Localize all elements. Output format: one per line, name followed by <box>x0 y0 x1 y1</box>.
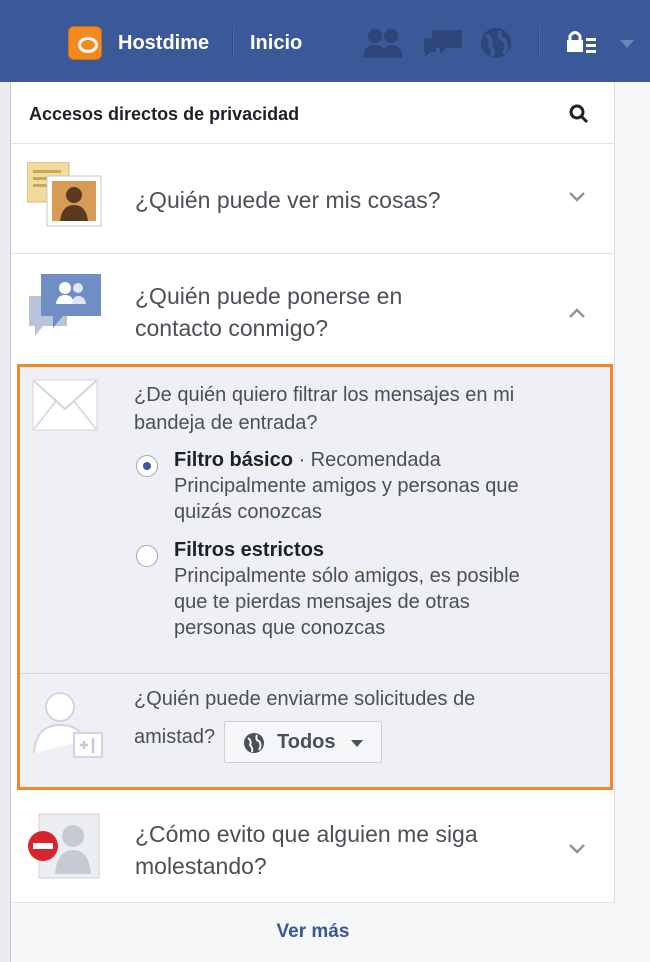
contact-privacy-icon <box>27 270 103 345</box>
chevron-down-icon <box>351 740 363 747</box>
strict-filter-radio[interactable] <box>136 545 158 567</box>
privacy-shortcuts-panel: Accesos directos de privacidad ¿Quién pu… <box>10 82 615 962</box>
privacy-row-who-can-see[interactable]: ¿Quién puede ver mis cosas? <box>11 144 615 254</box>
top-bar: Hostdime Inicio <box>0 0 650 82</box>
panel-header: Accesos directos de privacidad <box>11 82 615 144</box>
row-label: ¿Quién puede ver mis cosas? <box>135 187 441 213</box>
option-description: personas que conozcas <box>174 617 386 639</box>
basic-filter-option[interactable]: Filtro básico · Recomendada Principalmen… <box>174 447 584 525</box>
photo-privacy-icon <box>26 161 103 233</box>
friend-requests-icon[interactable] <box>360 26 406 60</box>
row-label-line2: molestando? <box>135 853 267 879</box>
panel-title: Accesos directos de privacidad <box>29 104 300 124</box>
home-link[interactable]: Inicio <box>250 32 302 55</box>
profile-link[interactable]: Hostdime <box>118 32 209 55</box>
account-menu-caret-icon[interactable] <box>620 40 634 48</box>
option-title: Filtros estrictos <box>174 539 325 561</box>
panel-footer: Ver más <box>11 902 615 962</box>
notifications-globe-icon[interactable] <box>478 26 514 60</box>
add-friend-icon <box>30 685 106 764</box>
messages-icon[interactable] <box>420 26 466 60</box>
audience-selector-button[interactable]: Todos <box>224 721 382 763</box>
contact-settings-expanded: ¿De quién quiero filtrar los mensajes en… <box>17 364 613 790</box>
basic-filter-radio[interactable] <box>136 455 158 477</box>
audience-value: Todos <box>277 731 336 753</box>
row-label-line2: contacto conmigo? <box>135 315 329 341</box>
privacy-row-who-can-contact[interactable]: ¿Quién puede ponerse en contacto conmigo… <box>11 254 615 364</box>
envelope-icon <box>32 379 98 436</box>
option-description: Principalmente sólo amigos, es posible <box>174 565 520 587</box>
page-background-column <box>614 82 650 962</box>
option-description: que te pierdas mensajes de otras <box>174 591 470 613</box>
privacy-row-block-user[interactable]: ¿Cómo evito que alguien me siga molestan… <box>11 790 615 902</box>
block-user-icon <box>27 812 103 887</box>
divider <box>20 673 610 674</box>
privacy-shortcuts-icon[interactable] <box>565 26 601 60</box>
question-line2: bandeja de entrada? <box>134 412 318 434</box>
row-label-line1: ¿Cómo evito que alguien me siga <box>135 821 478 847</box>
recommended-label: · Recomendada <box>292 449 441 471</box>
globe-icon <box>243 732 265 759</box>
row-label-line1: ¿Quién puede ponerse en <box>135 283 403 309</box>
chevron-down-icon[interactable] <box>568 190 586 208</box>
option-title: Filtro básico <box>174 449 293 471</box>
message-filter-question: ¿De quién quiero filtrar los mensajes en… <box>134 381 594 437</box>
question-line1: ¿Quién puede enviarme solicitudes de <box>134 688 476 710</box>
search-icon[interactable] <box>569 104 589 129</box>
divider <box>538 28 539 58</box>
option-description: quizás conozcas <box>174 501 322 523</box>
chevron-up-icon[interactable] <box>568 306 586 324</box>
chevron-down-icon[interactable] <box>568 842 586 860</box>
option-description: Principalmente amigos y personas que <box>174 475 519 497</box>
hostdime-logo-icon[interactable] <box>68 26 102 60</box>
strict-filter-option[interactable]: Filtros estrictos Principalmente sólo am… <box>174 537 584 641</box>
question-line1: ¿De quién quiero filtrar los mensajes en… <box>134 384 515 406</box>
divider <box>232 28 233 58</box>
see-more-link[interactable]: Ver más <box>11 921 615 943</box>
